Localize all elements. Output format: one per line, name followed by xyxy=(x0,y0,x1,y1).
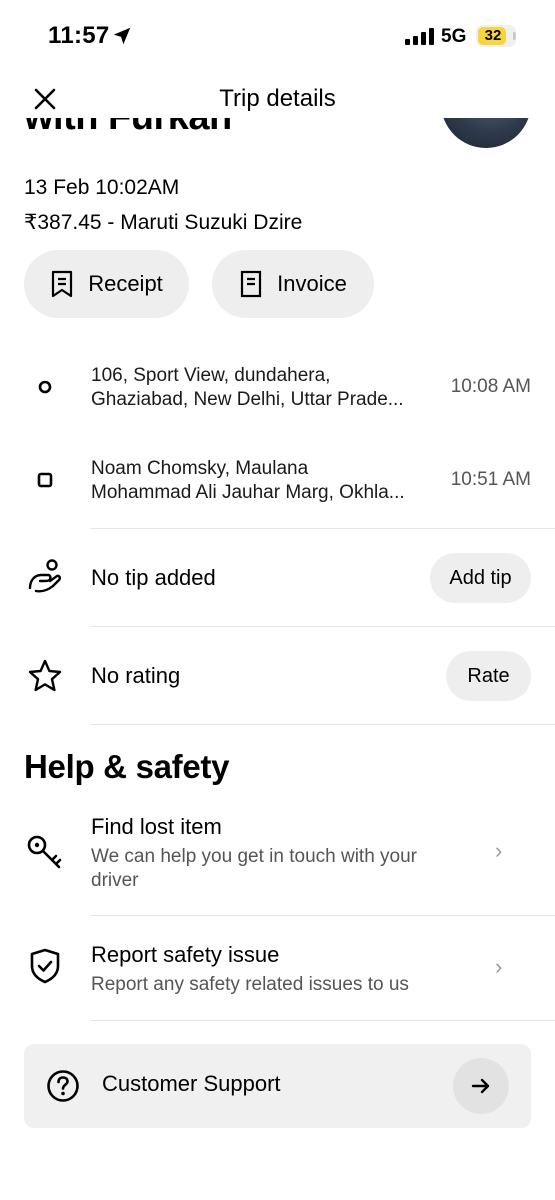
driver-heading: with Furkan xyxy=(24,118,232,139)
battery-icon: 32 xyxy=(476,25,516,47)
pickup-time: 10:08 AM xyxy=(450,376,531,397)
divider xyxy=(91,626,555,627)
status-time: 11:57 xyxy=(48,22,110,49)
question-circle-icon xyxy=(47,1070,79,1102)
report-safety-issue[interactable]: Report safety issue Report any safety re… xyxy=(0,940,555,1016)
report-safety-issue-title: Report safety issue xyxy=(91,942,280,967)
divider xyxy=(91,724,555,725)
customer-support-label: Customer Support xyxy=(102,1071,281,1096)
find-lost-item-subtitle: We can help you get in touch with your d… xyxy=(91,846,418,891)
receipt-label: Receipt xyxy=(88,271,163,296)
page-title: Trip details xyxy=(219,85,336,112)
network-type: 5G xyxy=(441,26,467,47)
chevron-right-icon: › xyxy=(495,838,503,863)
divider xyxy=(91,1020,555,1021)
driver-avatar xyxy=(441,118,531,148)
location-arrow-icon xyxy=(113,27,131,45)
find-lost-item-title: Find lost item xyxy=(91,814,222,839)
report-safety-issue-subtitle: Report any safety related issues to us xyxy=(91,974,409,995)
star-icon xyxy=(28,659,62,692)
arrow-right-icon xyxy=(471,1078,490,1094)
invoice-icon xyxy=(241,270,262,298)
tip-row: No tip added Add tip xyxy=(0,548,555,608)
rating-status: No rating xyxy=(91,663,181,688)
pickup-address-line2: Ghaziabad, New Delhi, Uttar Prade... xyxy=(91,389,404,410)
dropoff-square-icon xyxy=(37,472,53,488)
customer-support-arrow-button[interactable] xyxy=(453,1058,509,1114)
close-icon xyxy=(34,88,56,110)
dropoff-address: Noam Chomsky, Maulana Mohammad Ali Jauha… xyxy=(91,457,431,505)
invoice-button[interactable]: Invoice xyxy=(212,250,374,318)
divider xyxy=(91,915,555,916)
divider xyxy=(91,528,555,529)
rating-row: No rating Rate xyxy=(0,646,555,706)
pickup-address-line1: 106, Sport View, dundahera, xyxy=(91,365,331,386)
status-bar: 11:57 5G 32 xyxy=(0,0,555,70)
battery-cap xyxy=(513,32,516,40)
pickup-address: 106, Sport View, dundahera, Ghaziabad, N… xyxy=(91,364,431,412)
trip-fare: ₹387.45 - Maruti Suzuki Dzire xyxy=(24,211,303,234)
chevron-right-icon: › xyxy=(495,954,503,979)
close-button[interactable] xyxy=(30,84,60,114)
pickup-circle-icon xyxy=(38,380,52,394)
invoice-label: Invoice xyxy=(277,271,347,296)
cellular-signal-icon xyxy=(405,28,434,45)
trip-date: 13 Feb 10:02AM xyxy=(24,176,180,199)
add-tip-button[interactable]: Add tip xyxy=(430,553,531,603)
rate-button[interactable]: Rate xyxy=(446,651,531,701)
key-icon xyxy=(27,835,62,869)
dropoff-address-line2: Mohammad Ali Jauhar Marg, Okhla... xyxy=(91,482,405,503)
shield-check-icon xyxy=(30,948,60,984)
dropoff-address-line1: Noam Chomsky, Maulana xyxy=(91,458,309,479)
help-section-title: Help & safety xyxy=(24,748,230,785)
dropoff-time: 10:51 AM xyxy=(450,469,531,490)
trip-hero: with Furkan xyxy=(0,118,555,150)
tip-status: No tip added xyxy=(91,565,216,590)
find-lost-item[interactable]: Find lost item We can help you get in to… xyxy=(0,812,555,912)
customer-support-card[interactable]: Customer Support xyxy=(24,1044,531,1128)
receipt-button[interactable]: Receipt xyxy=(24,250,189,318)
tip-hand-icon xyxy=(28,559,62,593)
battery-percent: 32 xyxy=(484,27,502,44)
receipt-icon xyxy=(52,270,73,298)
